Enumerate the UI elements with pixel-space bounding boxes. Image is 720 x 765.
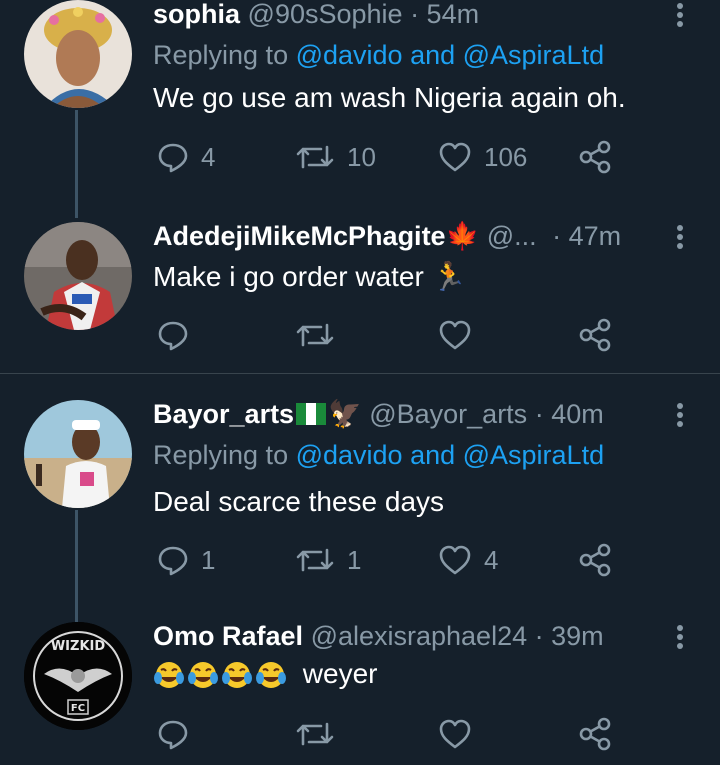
handle[interactable]: @90sSophie xyxy=(248,0,403,29)
heart-icon xyxy=(439,320,471,350)
tweet-header: AdedejiMikeMcPhagite🍁 @... · 47m xyxy=(153,220,621,252)
share-button[interactable] xyxy=(578,543,612,577)
reply-count: 4 xyxy=(201,141,216,172)
reply-button[interactable]: 1 xyxy=(157,543,215,577)
tweet-text: We go use am wash Nigeria again oh. xyxy=(153,82,626,113)
avatar-wordmark: WIZKID xyxy=(51,639,106,654)
reply-icon xyxy=(158,546,188,576)
tweet-header: Omo Rafael @alexisraphael24 · 39m xyxy=(153,620,604,652)
avatar[interactable] xyxy=(24,222,132,330)
like-button[interactable] xyxy=(438,717,472,751)
share-button[interactable] xyxy=(578,318,612,352)
tweet[interactable]: sophia @90sSophie · 54m Replying to @dav… xyxy=(0,0,720,200)
heart-icon xyxy=(439,545,471,575)
heart-icon xyxy=(439,719,471,749)
eagle-emoji: 🦅 xyxy=(328,399,362,429)
reply-button[interactable]: 4 xyxy=(157,140,215,174)
mention-link[interactable]: @davido and @AspiraLtd xyxy=(296,440,605,470)
reply-count: 1 xyxy=(201,544,216,575)
retweet-button[interactable] xyxy=(295,318,335,352)
display-name[interactable]: AdedejiMikeMcPhagite xyxy=(153,221,446,251)
tweet[interactable]: Bayor_arts 🦅 @Bayor_arts · 40m Replying t… xyxy=(0,398,720,600)
like-button[interactable]: 4 xyxy=(438,543,498,577)
reply-button[interactable] xyxy=(157,717,189,751)
tears-of-joy-emoji xyxy=(256,661,286,688)
heart-icon xyxy=(439,142,471,172)
retweet-button[interactable]: 10 xyxy=(295,140,376,174)
share-icon xyxy=(579,318,611,352)
retweet-icon xyxy=(296,548,334,572)
handle[interactable]: @... xyxy=(487,221,537,251)
tweet-divider xyxy=(0,373,720,374)
tweet-text-content: Make i go order water xyxy=(153,261,424,292)
tweet[interactable]: AdedejiMikeMcPhagite🍁 @... · 47m Make i … xyxy=(0,220,720,372)
timestamp[interactable]: · 39m xyxy=(535,621,604,651)
replying-prefix: Replying to xyxy=(153,440,296,470)
retweet-icon xyxy=(296,323,334,347)
tweet-text: weyer xyxy=(153,658,377,692)
nigeria-flag-icon xyxy=(296,403,327,425)
display-name[interactable]: sophia xyxy=(153,0,240,29)
retweet-button[interactable] xyxy=(295,717,335,751)
share-icon xyxy=(579,140,611,174)
handle[interactable]: @Bayor_arts xyxy=(369,399,527,429)
replying-prefix: Replying to xyxy=(153,40,296,70)
tears-of-joy-emoji xyxy=(222,661,252,688)
more-vertical-icon[interactable] xyxy=(672,222,688,252)
display-name[interactable]: Omo Rafael xyxy=(153,621,303,651)
runner-emoji: 🏃 xyxy=(431,261,467,292)
retweet-count: 1 xyxy=(347,544,362,575)
avatar-wordmark: FC xyxy=(71,703,85,714)
timestamp[interactable]: · 47m xyxy=(552,221,621,251)
timestamp[interactable]: · 54m xyxy=(410,0,479,29)
reply-icon xyxy=(158,321,188,351)
like-button[interactable]: 106 xyxy=(438,140,527,174)
replying-to: Replying to @davido and @AspiraLtd xyxy=(153,440,604,471)
more-vertical-icon[interactable] xyxy=(672,400,688,430)
tweet-text: Make i go order water 🏃 xyxy=(153,260,466,293)
reply-button[interactable] xyxy=(157,318,189,352)
mention-link[interactable]: @davido and @AspiraLtd xyxy=(296,40,605,70)
tweet-text: Deal scarce these days xyxy=(153,486,445,517)
avatar[interactable] xyxy=(24,0,132,108)
more-vertical-icon[interactable] xyxy=(672,0,688,30)
share-icon xyxy=(579,543,611,577)
retweet-icon xyxy=(296,145,334,169)
like-count: 106 xyxy=(484,141,528,172)
handle[interactable]: @alexisraphael24 xyxy=(311,621,528,651)
tweet-header: Bayor_arts 🦅 @Bayor_arts · 40m xyxy=(153,398,604,430)
display-name[interactable]: Bayor_arts xyxy=(153,399,294,429)
more-vertical-icon[interactable] xyxy=(672,622,688,652)
share-icon xyxy=(579,717,611,751)
maple-leaf-emoji: 🍁 xyxy=(445,221,480,251)
reply-icon xyxy=(158,143,188,173)
replying-to: Replying to @davido and @AspiraLtd xyxy=(153,40,604,71)
tweet-text-content: weyer xyxy=(302,658,378,689)
avatar[interactable]: WIZKID FC xyxy=(24,622,132,730)
timestamp[interactable]: · 40m xyxy=(535,399,604,429)
avatar[interactable] xyxy=(24,400,132,508)
tweet-header: sophia @90sSophie · 54m xyxy=(153,0,479,30)
retweet-button[interactable]: 1 xyxy=(295,543,361,577)
retweet-icon xyxy=(296,722,334,746)
tears-of-joy-emoji xyxy=(154,661,184,688)
retweet-count: 10 xyxy=(347,141,376,172)
like-button[interactable] xyxy=(438,318,472,352)
share-button[interactable] xyxy=(578,140,612,174)
reply-icon xyxy=(158,720,188,750)
like-count: 4 xyxy=(484,544,499,575)
tears-of-joy-emoji xyxy=(188,661,218,688)
tweet[interactable]: WIZKID FC Omo Rafael @alexisraphael24 · … xyxy=(0,620,720,765)
share-button[interactable] xyxy=(578,717,612,751)
